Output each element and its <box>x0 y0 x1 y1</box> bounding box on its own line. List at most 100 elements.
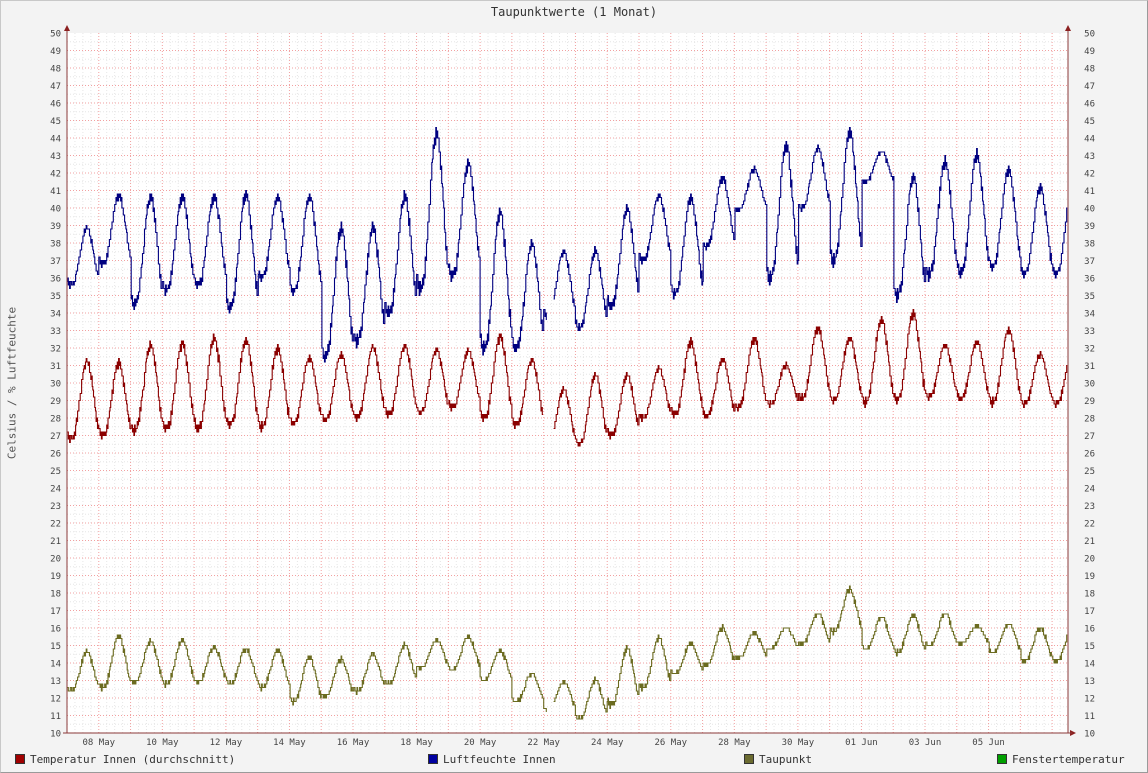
y-tick-label-left: 10 <box>50 730 61 740</box>
y-tick-label-right: 11 <box>1084 712 1095 722</box>
y-tick-label-left: 46 <box>50 100 61 110</box>
legend-swatch-fenstertemperatur <box>997 754 1007 764</box>
y-tick-label-left: 44 <box>50 135 61 145</box>
y-tick-label-right: 41 <box>1084 187 1095 197</box>
y-tick-label-right: 38 <box>1084 240 1095 250</box>
y-tick-label-right: 22 <box>1084 520 1095 530</box>
y-tick-label-left: 13 <box>50 677 61 687</box>
y-tick-label-left: 31 <box>50 362 61 372</box>
y-tick-label-left: 30 <box>50 380 61 390</box>
y-tick-label-right: 44 <box>1084 135 1095 145</box>
y-tick-label-left: 38 <box>50 240 61 250</box>
x-tick-label: 24 May <box>591 738 624 748</box>
y-tick-label-right: 17 <box>1084 607 1095 617</box>
legend-label-taupunkt: Taupunkt <box>759 752 812 766</box>
x-tick-label: 22 May <box>527 738 560 748</box>
y-tick-label-left: 39 <box>50 222 61 232</box>
y-tick-label-left: 28 <box>50 415 61 425</box>
y-tick-label-left: 45 <box>50 117 61 127</box>
legend-label-luftfeuchte: Luftfeuchte Innen <box>443 752 556 766</box>
y-tick-label-right: 32 <box>1084 345 1095 355</box>
x-tick-label: 14 May <box>273 738 306 748</box>
legend-item-temperatur: Temperatur Innen (durchschnitt) <box>15 752 235 766</box>
y-tick-label-right: 50 <box>1084 30 1095 40</box>
y-tick-label-left: 42 <box>50 170 61 180</box>
y-tick-label-right: 33 <box>1084 327 1095 337</box>
y-tick-label-right: 34 <box>1084 310 1095 320</box>
legend-swatch-taupunkt <box>744 754 754 764</box>
y-tick-label-right: 43 <box>1084 152 1095 162</box>
y-tick-label-right: 16 <box>1084 625 1095 635</box>
y-tick-label-right: 21 <box>1084 537 1095 547</box>
y-tick-label-left: 19 <box>50 572 61 582</box>
y-tick-label-right: 49 <box>1084 47 1095 57</box>
y-tick-label-left: 22 <box>50 520 61 530</box>
y-tick-label-right: 19 <box>1084 572 1095 582</box>
y-tick-label-right: 28 <box>1084 415 1095 425</box>
y-tick-label-left: 18 <box>50 590 61 600</box>
y-tick-label-left: 26 <box>50 450 61 460</box>
y-tick-label-right: 27 <box>1084 432 1095 442</box>
y-tick-label-left: 27 <box>50 432 61 442</box>
x-tick-label: 16 May <box>337 738 370 748</box>
y-tick-label-left: 20 <box>50 555 61 565</box>
x-tick-label: 03 Jun <box>909 738 942 748</box>
y-tick-label-right: 26 <box>1084 450 1095 460</box>
legend-label-fenstertemperatur: Fenstertemperatur <box>1012 752 1125 766</box>
y-tick-label-right: 29 <box>1084 397 1095 407</box>
y-tick-label-right: 45 <box>1084 117 1095 127</box>
x-tick-label: 01 Jun <box>845 738 878 748</box>
y-tick-label-left: 21 <box>50 537 61 547</box>
chart-svg: 10 10 11 11 12 12 13 13 14 14 15 15 16 16 17 17 18 18 19 19… <box>50 25 1095 748</box>
legend-item-luftfeuchte: Luftfeuchte Innen <box>428 752 556 766</box>
y-tick-label-right: 18 <box>1084 590 1095 600</box>
x-tick-label: 10 May <box>146 738 179 748</box>
y-tick-label-left: 34 <box>50 310 61 320</box>
x-tick-label: 18 May <box>400 738 433 748</box>
x-tick-label: 26 May <box>655 738 688 748</box>
y-tick-label-right: 47 <box>1084 82 1095 92</box>
y-tick-label-left: 16 <box>50 625 61 635</box>
y-tick-label-right: 12 <box>1084 695 1095 705</box>
y-tick-label-left: 11 <box>50 712 61 722</box>
y-axis-arrow-right <box>1065 25 1071 31</box>
y-tick-label-left: 17 <box>50 607 61 617</box>
y-tick-label-left: 35 <box>50 292 61 302</box>
y-tick-label-left: 12 <box>50 695 61 705</box>
y-tick-label-left: 14 <box>50 660 61 670</box>
y-tick-label-left: 23 <box>50 502 61 512</box>
y-tick-label-right: 46 <box>1084 100 1095 110</box>
y-tick-label-left: 29 <box>50 397 61 407</box>
y-tick-label-left: 32 <box>50 345 61 355</box>
y-tick-label-left: 50 <box>50 30 61 40</box>
y-tick-label-left: 40 <box>50 205 61 215</box>
y-tick-label-right: 30 <box>1084 380 1095 390</box>
legend-swatch-luftfeuchte <box>428 754 438 764</box>
y-tick-label-left: 48 <box>50 65 61 75</box>
y-tick-label-left: 37 <box>50 257 61 267</box>
y-tick-label-right: 39 <box>1084 222 1095 232</box>
y-tick-label-left: 36 <box>50 275 61 285</box>
y-tick-label-left: 47 <box>50 82 61 92</box>
y-axis-arrow-left <box>64 25 70 31</box>
y-tick-label-right: 25 <box>1084 467 1095 477</box>
legend-item-fenstertemperatur: Fenstertemperatur <box>997 752 1125 766</box>
y-tick-label-right: 10 <box>1084 730 1095 740</box>
y-tick-label-left: 25 <box>50 467 61 477</box>
y-tick-label-right: 14 <box>1084 660 1095 670</box>
legend-swatch-temperatur <box>15 754 25 764</box>
y-tick-label-right: 23 <box>1084 502 1095 512</box>
y-tick-label-left: 33 <box>50 327 61 337</box>
y-tick-label-right: 37 <box>1084 257 1095 267</box>
y-tick-label-right: 40 <box>1084 205 1095 215</box>
x-tick-label: 30 May <box>782 738 815 748</box>
y-tick-label-right: 20 <box>1084 555 1095 565</box>
legend-item-taupunkt: Taupunkt <box>744 752 812 766</box>
y-tick-label-left: 15 <box>50 642 61 652</box>
x-tick-label: 12 May <box>210 738 243 748</box>
x-tick-label: 28 May <box>718 738 751 748</box>
y-tick-label-left: 43 <box>50 152 61 162</box>
y-tick-label-right: 42 <box>1084 170 1095 180</box>
y-tick-label-right: 13 <box>1084 677 1095 687</box>
y-tick-label-right: 24 <box>1084 485 1095 495</box>
